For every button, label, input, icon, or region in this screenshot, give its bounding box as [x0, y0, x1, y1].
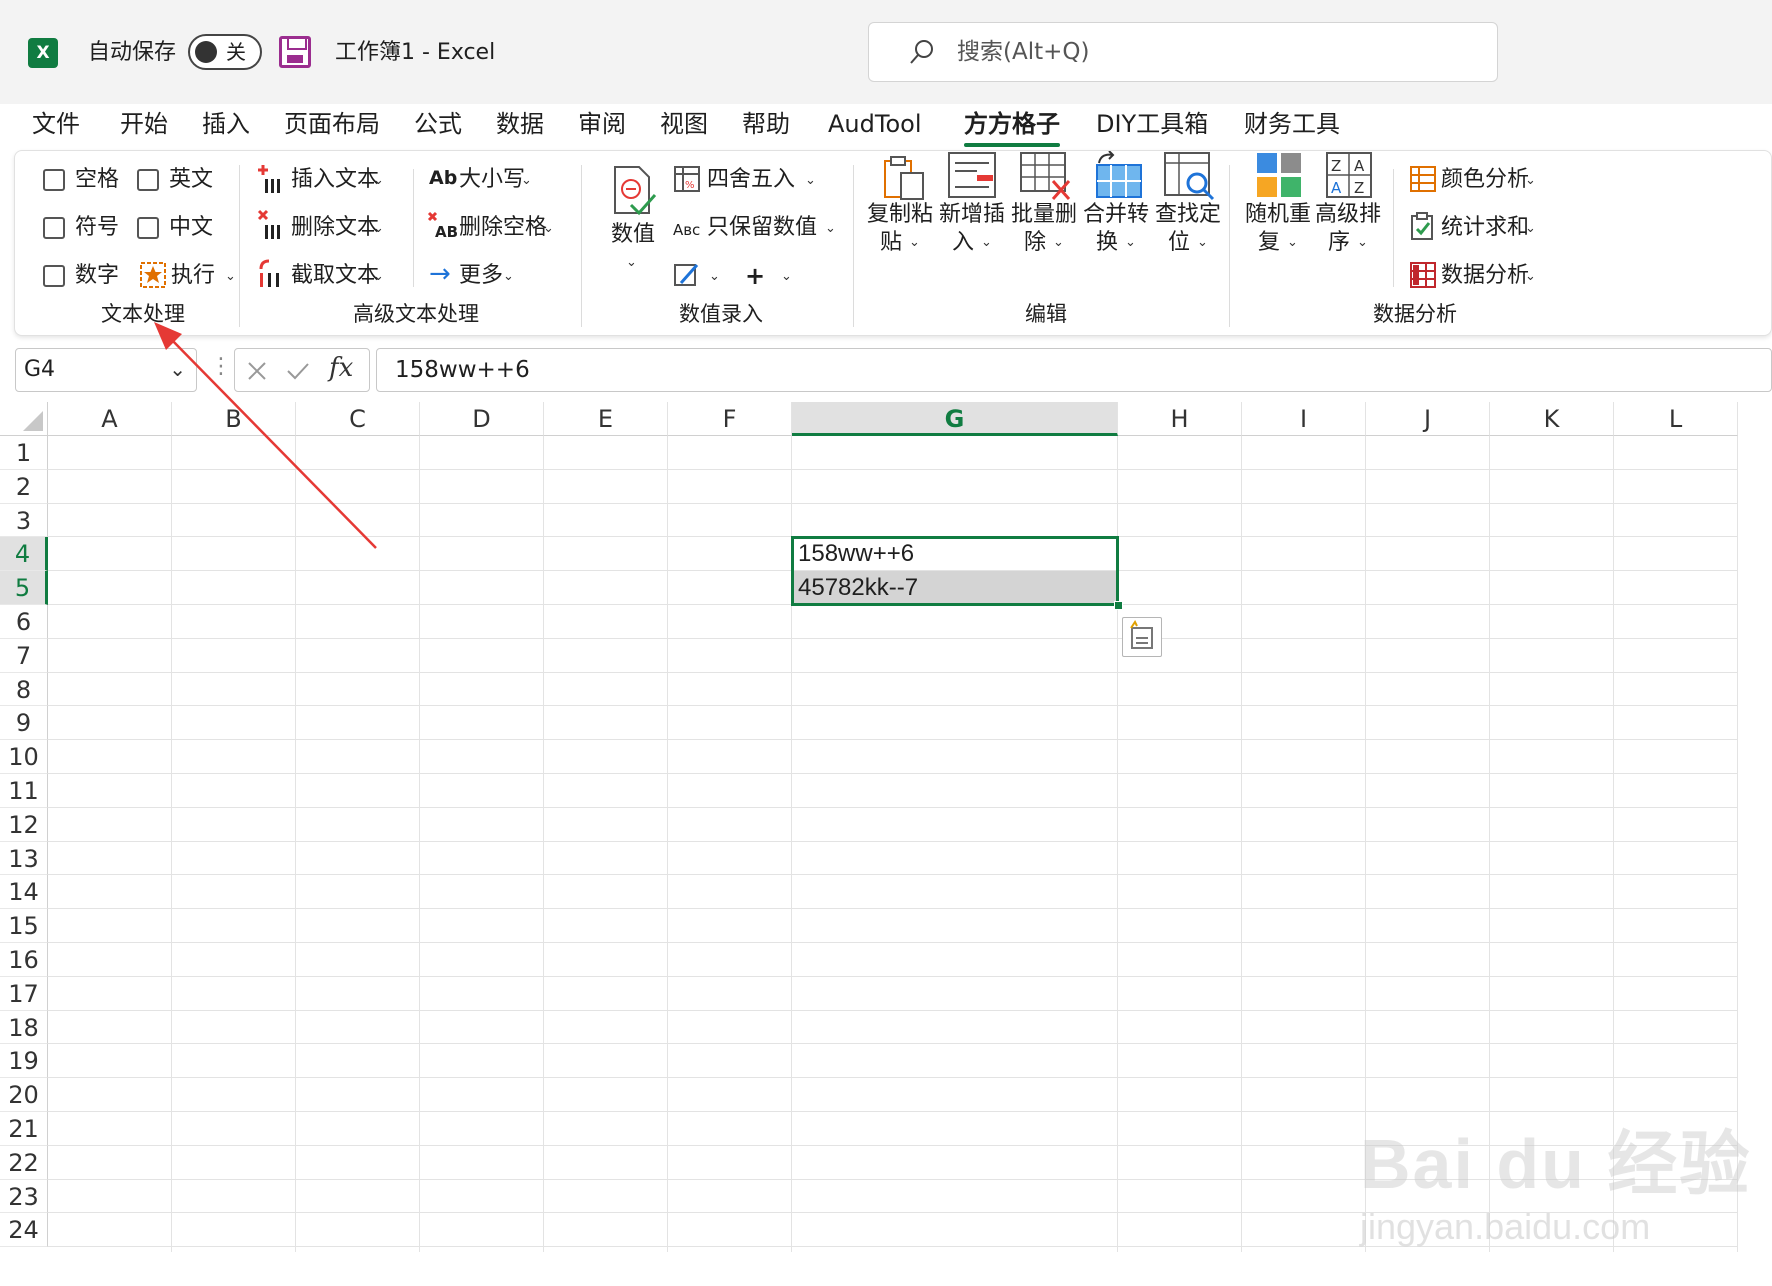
watermark-url: jingyan.baidu.com: [1360, 1206, 1651, 1247]
watermark-logo: Bai du 经验: [1360, 1125, 1752, 1203]
annotation-arrow-icon: [154, 322, 377, 549]
